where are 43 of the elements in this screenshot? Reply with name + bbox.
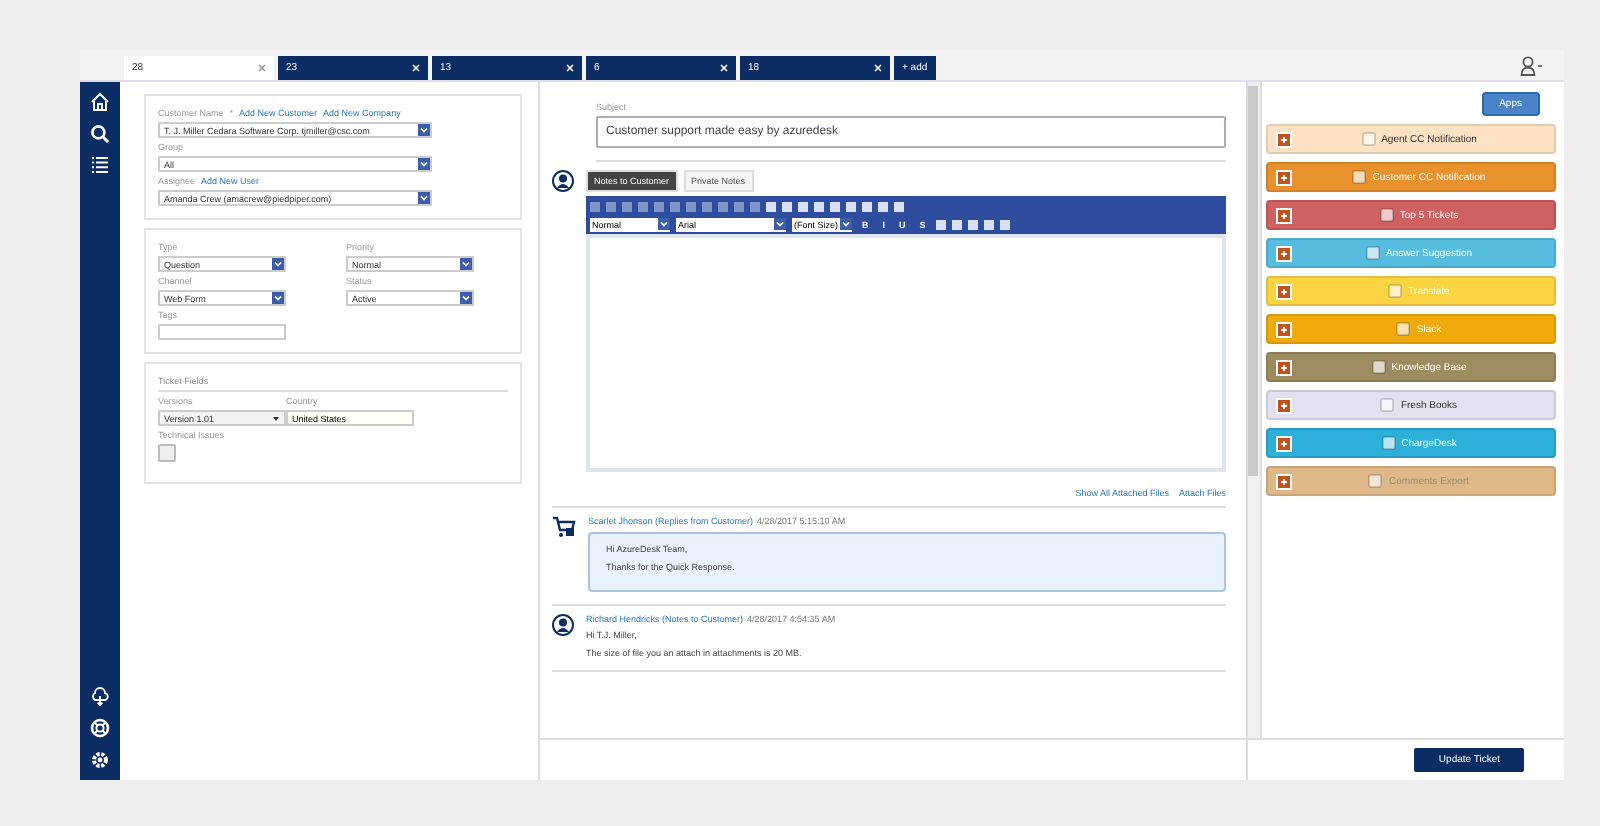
caret-icon[interactable] [658,218,670,230]
app-logo-icon [1381,436,1396,450]
user-icon[interactable] [1520,55,1544,75]
cart-icon [552,516,576,538]
app-logo-icon [1361,132,1376,146]
add-icon[interactable] [1276,207,1292,223]
lifebuoy-icon[interactable] [90,718,110,738]
caret-icon[interactable] [460,258,472,270]
add-icon[interactable] [1276,359,1292,375]
caret-icon[interactable] [272,258,284,270]
app-logo-icon [1352,170,1367,184]
app-logo-icon [1396,322,1411,336]
agent-avatar-icon [552,614,574,636]
add-icon[interactable] [1276,169,1292,185]
app-logo-icon [1380,398,1395,412]
home-icon[interactable] [90,92,110,112]
tags-field[interactable] [158,324,286,340]
cloud-icon[interactable] [90,686,110,706]
add-icon[interactable] [1276,131,1292,147]
app-logo-icon [1388,284,1403,298]
add-icon[interactable] [1276,435,1292,451]
add-icon[interactable] [1276,283,1292,299]
add-icon[interactable] [1276,245,1292,261]
caret-icon[interactable] [840,218,852,230]
app-logo-icon [1371,360,1386,374]
caret-icon[interactable] [418,192,430,204]
caret-icon[interactable] [460,292,472,304]
agent-avatar-icon [552,170,574,192]
add-icon[interactable] [1276,321,1292,337]
caret-icon[interactable] [774,218,786,230]
search-icon[interactable] [90,124,110,144]
checkbox[interactable] [158,444,176,462]
add-icon[interactable] [1276,397,1292,413]
app-logo-icon [1379,208,1394,222]
caret-icon[interactable] [418,158,430,170]
list-icon[interactable] [90,156,110,174]
caret-icon[interactable] [272,292,284,304]
app-logo-icon [1368,474,1383,488]
caret-icon[interactable] [272,415,280,421]
settings-icon[interactable] [90,750,110,770]
caret-icon[interactable] [418,124,430,136]
app-logo-icon [1365,246,1380,260]
scrollbar-thumb[interactable] [1248,86,1258,476]
